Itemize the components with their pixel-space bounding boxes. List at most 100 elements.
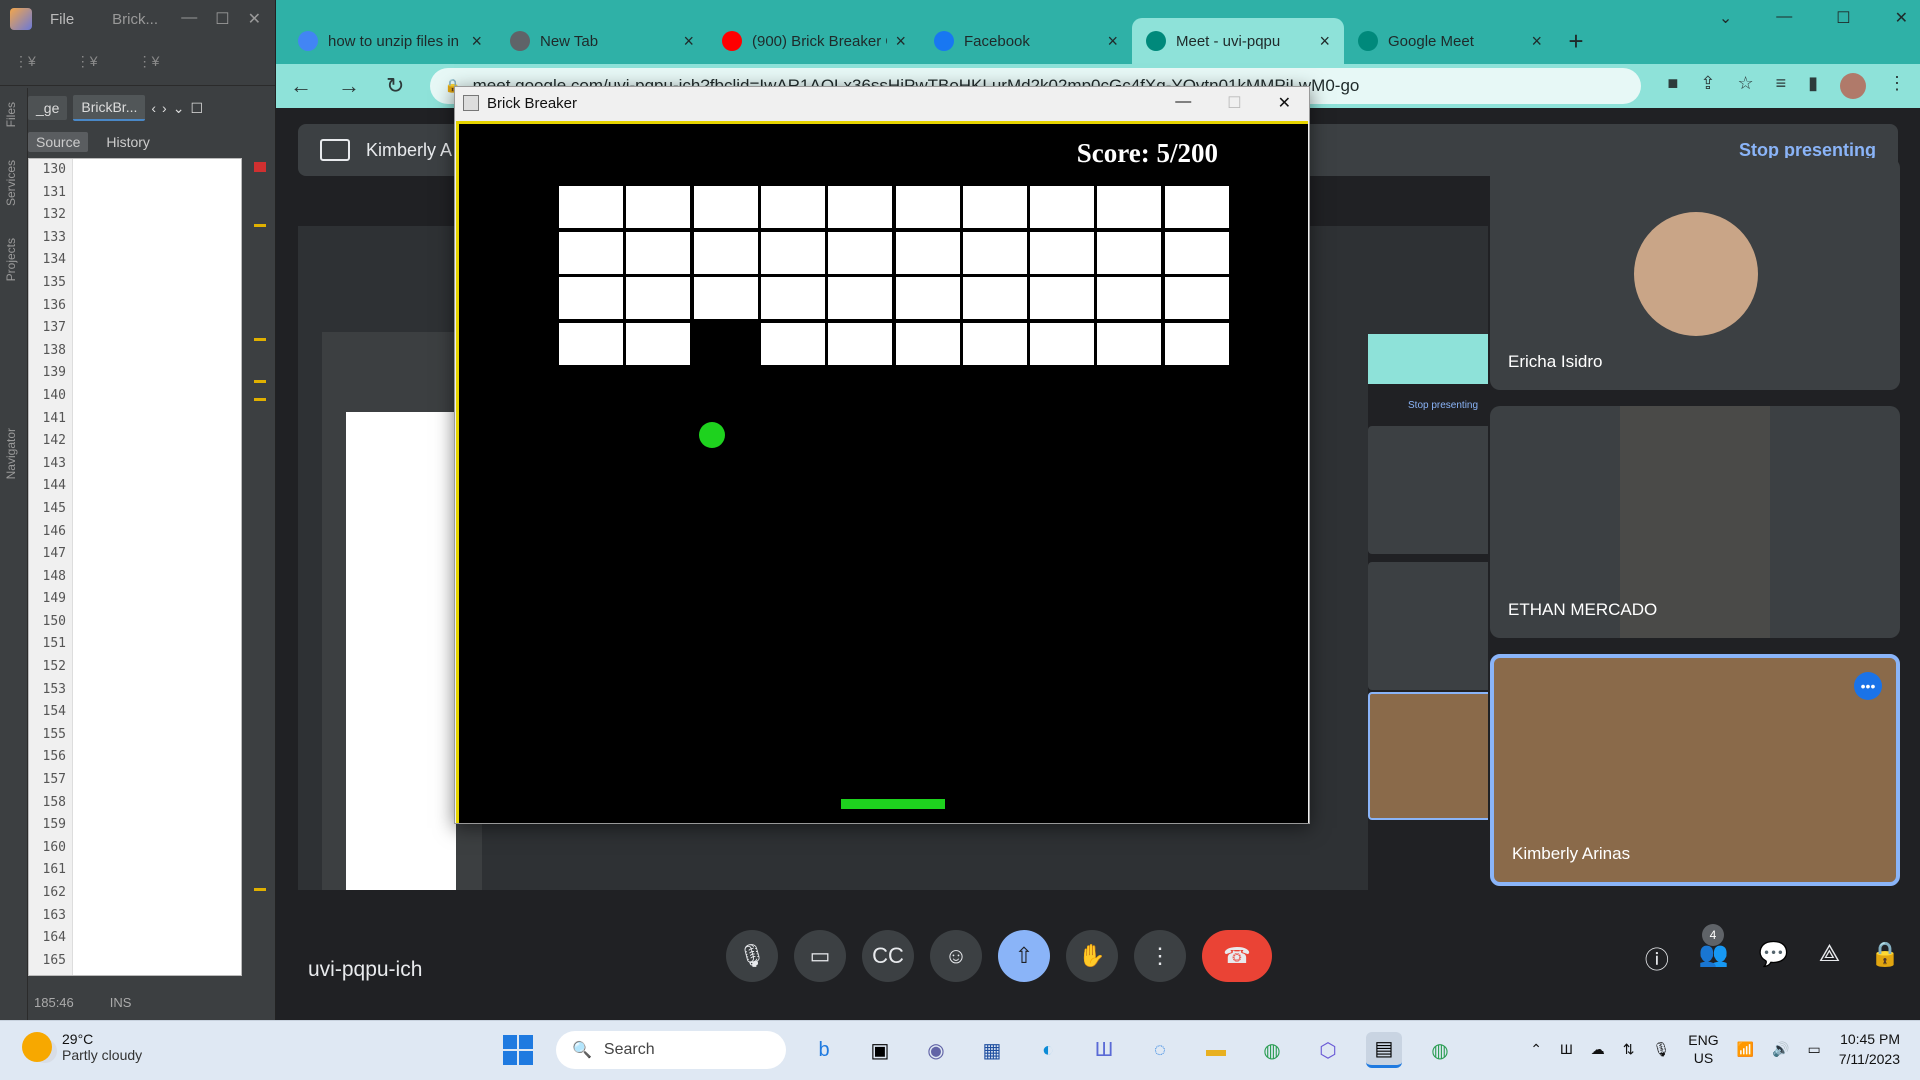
participant-tile-speaking[interactable]: ••• Kimberly Arinas — [1490, 654, 1900, 886]
chevron-right-icon[interactable]: › — [162, 100, 167, 116]
browser-tab[interactable]: Facebook × — [920, 18, 1132, 64]
taskbar-search[interactable]: 🔍 Search — [556, 1031, 786, 1069]
warning-mark[interactable] — [254, 380, 266, 383]
share-icon[interactable]: ⇪ — [1700, 73, 1715, 99]
side-tab-files[interactable]: Files — [4, 102, 18, 127]
info-icon[interactable]: ⓘ — [1645, 940, 1669, 975]
close-tab-icon[interactable]: × — [1319, 31, 1330, 52]
close-tab-icon[interactable]: × — [471, 31, 482, 52]
emoji-icon[interactable]: ☺ — [930, 930, 982, 982]
more-options-icon[interactable]: ⋮ — [1134, 930, 1186, 982]
host-controls-lock-icon[interactable]: 🔒 — [1870, 940, 1900, 975]
toolbar-group-icon[interactable]: ⋮¥ — [14, 53, 36, 70]
chevron-left-icon[interactable]: ‹ — [151, 100, 156, 116]
app-icon[interactable]: Ш — [1086, 1032, 1122, 1068]
onedrive-icon[interactable]: ☁ — [1591, 1041, 1605, 1058]
chrome-icon[interactable]: ◍ — [1254, 1032, 1290, 1068]
browser-tab[interactable]: Meet - uvi-pqpu × — [1132, 18, 1344, 64]
maximize-icon[interactable]: ☐ — [1227, 93, 1241, 113]
app-hex-icon[interactable]: ⬡ — [1310, 1032, 1346, 1068]
warning-mark[interactable] — [254, 338, 266, 341]
ide-menu-file[interactable]: File — [50, 11, 74, 28]
chrome-icon[interactable]: ◍ — [1422, 1032, 1458, 1068]
volume-icon[interactable]: 🔊 — [1772, 1041, 1789, 1058]
reload-icon[interactable]: ↻ — [386, 73, 404, 99]
file-explorer-icon[interactable]: ▬ — [1198, 1032, 1234, 1068]
tray-app-icon[interactable]: Ш — [1560, 1041, 1573, 1057]
camera-icon[interactable]: ■ — [1667, 73, 1678, 99]
side-tab-navigator[interactable]: Navigator — [4, 428, 18, 479]
editor-tab[interactable]: _ge — [28, 96, 68, 120]
minimize-icon[interactable]: — — [181, 9, 197, 29]
microphone-icon[interactable]: 🎙 — [1653, 1041, 1671, 1058]
tab-history[interactable]: History — [98, 132, 158, 152]
chevron-down-icon[interactable]: ⌄ — [173, 100, 185, 117]
browser-tab[interactable]: Google Meet × — [1344, 18, 1556, 64]
maximize-editor-icon[interactable]: ☐ — [190, 100, 203, 117]
bing-icon[interactable]: b — [806, 1032, 842, 1068]
side-tab-projects[interactable]: Projects — [4, 238, 18, 281]
camera-toggle-icon[interactable]: ▭ — [794, 930, 846, 982]
tray-settings-icon[interactable]: ⇅ — [1623, 1041, 1635, 1058]
minimize-icon[interactable]: — — [1776, 8, 1792, 28]
start-button[interactable] — [500, 1032, 536, 1068]
edge-icon[interactable]: ◐ — [1030, 1032, 1066, 1068]
profile-avatar[interactable] — [1840, 73, 1866, 99]
close-icon[interactable]: ✕ — [248, 9, 261, 29]
bookmark-star-icon[interactable]: ☆ — [1737, 73, 1753, 99]
paddle[interactable] — [841, 799, 945, 809]
editor-tab-active[interactable]: BrickBr... — [73, 95, 146, 121]
toolbar-group-icon[interactable]: ⋮¥ — [76, 53, 98, 70]
close-icon[interactable]: ✕ — [1278, 93, 1291, 113]
back-icon[interactable]: ← — [290, 73, 312, 99]
raise-hand-icon[interactable]: ✋ — [1066, 930, 1118, 982]
task-view-icon[interactable]: ▣ — [862, 1032, 898, 1068]
tab-search-icon[interactable]: ⌄ — [1719, 8, 1732, 28]
present-screen-icon[interactable]: ⇧ — [998, 930, 1050, 982]
wifi-icon[interactable]: 📶 — [1737, 1041, 1754, 1058]
game-canvas[interactable]: Score: 5/200 — [456, 121, 1308, 823]
messenger-icon[interactable]: ◌ — [1142, 1032, 1178, 1068]
more-options-icon[interactable]: ••• — [1854, 672, 1882, 700]
weather-widget[interactable]: 29°C Partly cloudy — [22, 1031, 142, 1063]
toolbar-group-icon[interactable]: ⋮¥ — [138, 53, 160, 70]
close-tab-icon[interactable]: × — [1531, 31, 1542, 52]
side-tab-services[interactable]: Services — [4, 160, 18, 206]
maximize-icon[interactable]: ☐ — [215, 9, 229, 29]
warning-mark[interactable] — [254, 224, 266, 227]
store-icon[interactable]: ▦ — [974, 1032, 1010, 1068]
forward-icon[interactable]: → — [338, 73, 360, 99]
maximize-icon[interactable]: ☐ — [1836, 8, 1850, 28]
close-tab-icon[interactable]: × — [1107, 31, 1118, 52]
reading-list-icon[interactable]: ≡ — [1776, 73, 1787, 99]
warning-mark[interactable] — [254, 398, 266, 401]
captions-icon[interactable]: CC — [862, 930, 914, 982]
warning-mark[interactable] — [254, 888, 266, 891]
language-indicator[interactable]: ENG US — [1688, 1031, 1718, 1067]
participant-tile[interactable]: ETHAN MERCADO — [1490, 406, 1900, 638]
code-editor[interactable]: 130 131 132 133 134 135 136 137 138 139 140 141 142 1… — [28, 158, 242, 976]
chat-app-icon[interactable]: ◉ — [918, 1032, 954, 1068]
microphone-icon[interactable]: 🎙 — [726, 930, 778, 982]
activities-icon[interactable]: ⟁ — [1819, 940, 1840, 975]
netbeans-icon[interactable]: ▤ — [1366, 1032, 1402, 1068]
end-call-button[interactable]: ☎ — [1202, 930, 1272, 982]
chat-icon[interactable]: 💬 — [1759, 940, 1789, 975]
clock[interactable]: 10:45 PM 7/11/2023 — [1839, 1029, 1900, 1069]
battery-icon[interactable]: ▭ — [1808, 1041, 1821, 1058]
close-icon[interactable]: ✕ — [1895, 8, 1908, 28]
error-mark[interactable] — [254, 162, 266, 172]
close-tab-icon[interactable]: × — [683, 31, 694, 52]
new-tab-button[interactable]: + — [1556, 21, 1596, 61]
browser-tab[interactable]: how to unzip files in × — [284, 18, 496, 64]
tab-source[interactable]: Source — [28, 132, 89, 152]
people-icon[interactable]: 👥 — [1699, 940, 1729, 975]
browser-tab[interactable]: (900) Brick Breaker G × — [708, 18, 920, 64]
close-tab-icon[interactable]: × — [895, 31, 906, 52]
chevron-up-icon[interactable]: ⌃ — [1530, 1041, 1542, 1058]
minimize-icon[interactable]: — — [1175, 93, 1191, 113]
menu-kebab-icon[interactable]: ⋮ — [1888, 73, 1906, 99]
browser-tab[interactable]: New Tab × — [496, 18, 708, 64]
side-panel-icon[interactable]: ▮ — [1808, 73, 1818, 99]
participant-tile[interactable]: Ericha Isidro — [1490, 158, 1900, 390]
